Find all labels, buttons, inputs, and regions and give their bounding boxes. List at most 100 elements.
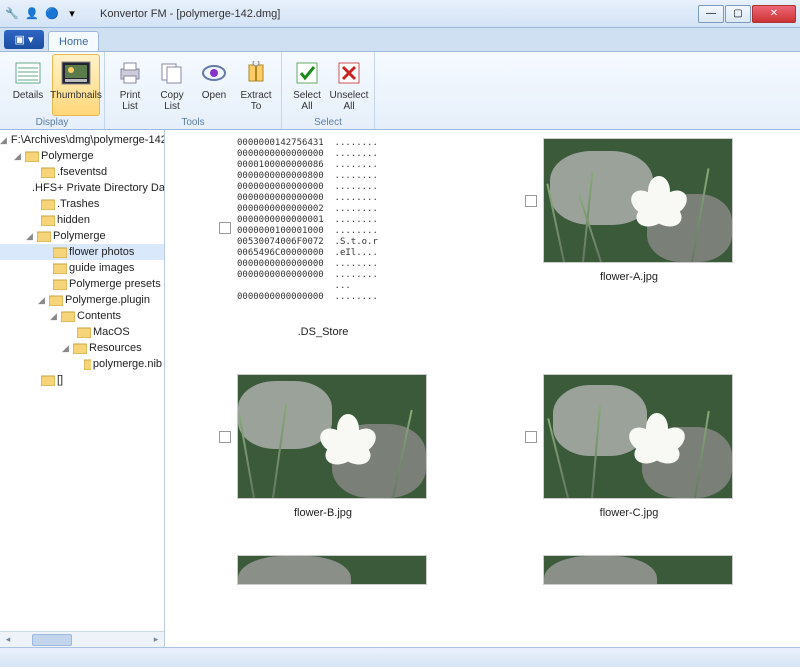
folder-icon bbox=[41, 374, 55, 386]
thumb-cell-partial[interactable] bbox=[173, 555, 473, 585]
thumb-cell-flower-c[interactable]: flower-C.jpg bbox=[479, 374, 779, 519]
tree-item[interactable]: .HFS+ Private Directory Data bbox=[32, 182, 165, 194]
tree-item[interactable]: Contents bbox=[77, 310, 121, 322]
folder-icon bbox=[77, 326, 91, 338]
twisty-icon[interactable]: ◢ bbox=[36, 295, 47, 306]
thumb-checkbox[interactable] bbox=[525, 431, 537, 443]
tree-item[interactable]: polymerge.nib bbox=[93, 358, 162, 370]
tree-item[interactable]: guide images bbox=[69, 262, 134, 274]
tab-home[interactable]: Home bbox=[48, 31, 99, 51]
thumbnails-label: Thumbnails bbox=[50, 90, 102, 101]
ribbon-tab-row: ▣ ▾ Home bbox=[0, 28, 800, 52]
thumb-checkbox[interactable] bbox=[219, 222, 231, 234]
tree-item[interactable]: Polymerge.plugin bbox=[65, 294, 150, 306]
folder-icon bbox=[53, 278, 67, 290]
thumb-caption: flower-B.jpg bbox=[294, 507, 352, 519]
thumb-image bbox=[543, 374, 733, 499]
tree-item-selected[interactable]: flower photos bbox=[69, 246, 134, 258]
folder-icon bbox=[53, 246, 67, 258]
thumb-checkbox[interactable] bbox=[219, 431, 231, 443]
quick-access-toolbar: 🔧 👤 🔵 ▾ bbox=[4, 6, 80, 22]
folder-icon bbox=[41, 166, 55, 178]
open-icon bbox=[199, 58, 229, 88]
folder-tree[interactable]: ◢ F:\Archives\dmg\polymerge-142.dmg ◢ Poly… bbox=[0, 130, 164, 390]
close-button[interactable]: ✕ bbox=[752, 5, 796, 23]
thumb-caption: flower-A.jpg bbox=[600, 271, 658, 283]
qat-icon-3[interactable]: 🔵 bbox=[44, 6, 60, 22]
titlebar: 🔧 👤 🔵 ▾ Konvertor FM - [polymerge-142.dm… bbox=[0, 0, 800, 28]
thumb-image bbox=[237, 374, 427, 499]
details-button[interactable]: Details bbox=[4, 54, 52, 116]
twisty-icon[interactable]: ◢ bbox=[12, 151, 23, 162]
folder-icon bbox=[41, 198, 55, 210]
ribbon-group-tools: Print List Copy List Open Extract To Too… bbox=[105, 52, 282, 129]
tree-pane: ◢ F:\Archives\dmg\polymerge-142.dmg ◢ Poly… bbox=[0, 130, 165, 647]
thumb-checkbox[interactable] bbox=[525, 195, 537, 207]
tree-root[interactable]: F:\Archives\dmg\polymerge-142.dmg bbox=[11, 134, 165, 146]
thumb-cell-dsstore[interactable]: 0000000142756431 ........ 00000000000000… bbox=[173, 138, 473, 338]
unselect-all-button[interactable]: Unselect All bbox=[328, 54, 370, 116]
print-list-button[interactable]: Print List bbox=[109, 54, 151, 116]
unselect-all-icon bbox=[334, 58, 364, 88]
open-button[interactable]: Open bbox=[193, 54, 235, 116]
maximize-button[interactable]: ▢ bbox=[725, 5, 751, 23]
folder-icon bbox=[73, 342, 87, 354]
qat-icon-2[interactable]: 👤 bbox=[24, 6, 40, 22]
tree-item[interactable]: Polymerge presets bbox=[69, 278, 161, 290]
thumbnails-icon bbox=[61, 58, 91, 88]
thumb-cell-partial[interactable] bbox=[479, 555, 779, 585]
folder-icon bbox=[37, 230, 51, 242]
thumbnails-button[interactable]: Thumbnails bbox=[52, 54, 100, 116]
open-label: Open bbox=[202, 90, 226, 101]
unselect-all-label: Unselect All bbox=[330, 90, 369, 112]
app-menu-icon: ▣ ▾ bbox=[15, 33, 34, 46]
thumb-cell-flower-b[interactable]: flower-B.jpg bbox=[173, 374, 473, 519]
select-all-button[interactable]: Select All bbox=[286, 54, 328, 116]
folder-icon bbox=[25, 150, 39, 162]
tree-item[interactable]: hidden bbox=[57, 214, 90, 226]
details-label: Details bbox=[13, 90, 44, 101]
tree-item[interactable]: [] bbox=[57, 374, 63, 386]
scrollbar-thumb[interactable] bbox=[32, 634, 72, 646]
group-display-label: Display bbox=[4, 116, 100, 129]
minimize-button[interactable]: — bbox=[698, 5, 724, 23]
print-list-label: Print List bbox=[120, 90, 141, 112]
folder-icon bbox=[41, 214, 55, 226]
scroll-left-icon[interactable]: ◂ bbox=[0, 634, 16, 645]
select-all-icon bbox=[292, 58, 322, 88]
thumbnail-pane[interactable]: 0000000142756431 ........ 00000000000000… bbox=[165, 130, 800, 647]
thumb-cell-flower-a[interactable]: flower-A.jpg bbox=[479, 138, 779, 338]
ribbon: Details Thumbnails Display Print List Co… bbox=[0, 52, 800, 130]
twisty-icon[interactable]: ◢ bbox=[24, 231, 35, 242]
group-select-label: Select bbox=[286, 116, 370, 129]
tree-item[interactable]: MacOS bbox=[93, 326, 130, 338]
tree-item[interactable]: .Trashes bbox=[57, 198, 99, 210]
thumb-image bbox=[237, 555, 427, 585]
copy-list-label: Copy List bbox=[160, 90, 183, 112]
main-area: ◢ F:\Archives\dmg\polymerge-142.dmg ◢ Poly… bbox=[0, 130, 800, 647]
folder-icon bbox=[53, 262, 67, 274]
folder-icon bbox=[61, 310, 75, 322]
tree-horizontal-scrollbar[interactable]: ◂ ▸ bbox=[0, 631, 164, 647]
twisty-icon[interactable]: ◢ bbox=[0, 135, 7, 146]
qat-icon-1[interactable]: 🔧 bbox=[4, 6, 20, 22]
print-icon bbox=[115, 58, 145, 88]
scroll-right-icon[interactable]: ▸ bbox=[148, 634, 164, 645]
tree-item[interactable]: .fseventsd bbox=[57, 166, 107, 178]
statusbar bbox=[0, 647, 800, 667]
group-tools-label: Tools bbox=[109, 116, 277, 129]
thumb-image bbox=[543, 138, 733, 263]
window-title: Konvertor FM - [polymerge-142.dmg] bbox=[100, 8, 280, 20]
twisty-icon[interactable]: ◢ bbox=[48, 311, 59, 322]
app-menu-button[interactable]: ▣ ▾ bbox=[4, 30, 44, 49]
thumb-image bbox=[543, 555, 733, 585]
tree-item[interactable]: Polymerge bbox=[53, 230, 106, 242]
twisty-icon[interactable]: ◢ bbox=[60, 343, 71, 354]
extract-to-button[interactable]: Extract To bbox=[235, 54, 277, 116]
qat-dropdown-icon[interactable]: ▾ bbox=[64, 6, 80, 22]
tree-item[interactable]: Resources bbox=[89, 342, 142, 354]
tree-item[interactable]: Polymerge bbox=[41, 150, 94, 162]
details-icon bbox=[13, 58, 43, 88]
hexdump-preview: 0000000142756431 ........ 00000000000000… bbox=[237, 138, 427, 318]
copy-list-button[interactable]: Copy List bbox=[151, 54, 193, 116]
